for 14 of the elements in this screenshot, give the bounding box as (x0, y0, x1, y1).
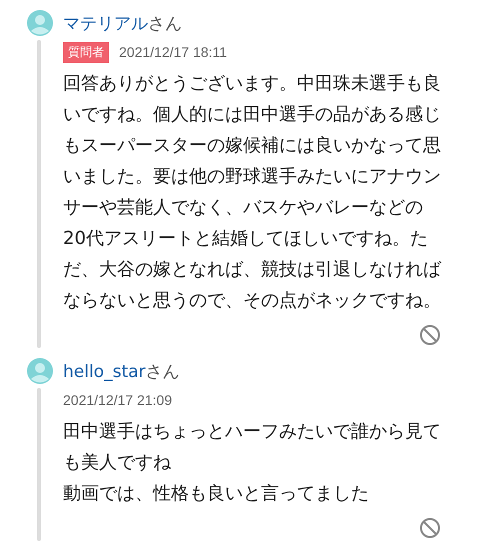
block-icon[interactable] (419, 324, 441, 346)
user-name-link[interactable]: マテリアル (63, 14, 148, 34)
avatar-icon (27, 10, 53, 36)
avatar-icon (27, 358, 53, 384)
questioner-badge: 質問者 (63, 42, 109, 62)
honorific: さん (146, 362, 180, 382)
post-date: 2021/12/17 18:11 (119, 44, 227, 60)
honorific: さん (148, 14, 182, 34)
post-date: 2021/12/17 21:09 (63, 392, 172, 408)
block-icon[interactable] (419, 517, 441, 539)
answer-text: 回答ありがとうございます。中田珠未選手も良いですね。個人的には田中選手の品がある感じもスーパースターの嫁候補には良いかなって思いました。要は他の野球選手みたいにアナウンサーや芸能人でなく、バスケやバレーなどの20代アスリートと結婚してほしいですね。ただ、大谷の嫁となれば、競技は引退しなければならないと思うので、その点がネックですね。 (63, 72, 442, 313)
user-name-link[interactable]: hello_star (63, 362, 146, 382)
answer-text: 田中選手はちょっとハーフみたいで誰から見ても美人ですね (63, 420, 442, 475)
answer-text: 動画では、性格も良いと言ってました (63, 482, 370, 506)
